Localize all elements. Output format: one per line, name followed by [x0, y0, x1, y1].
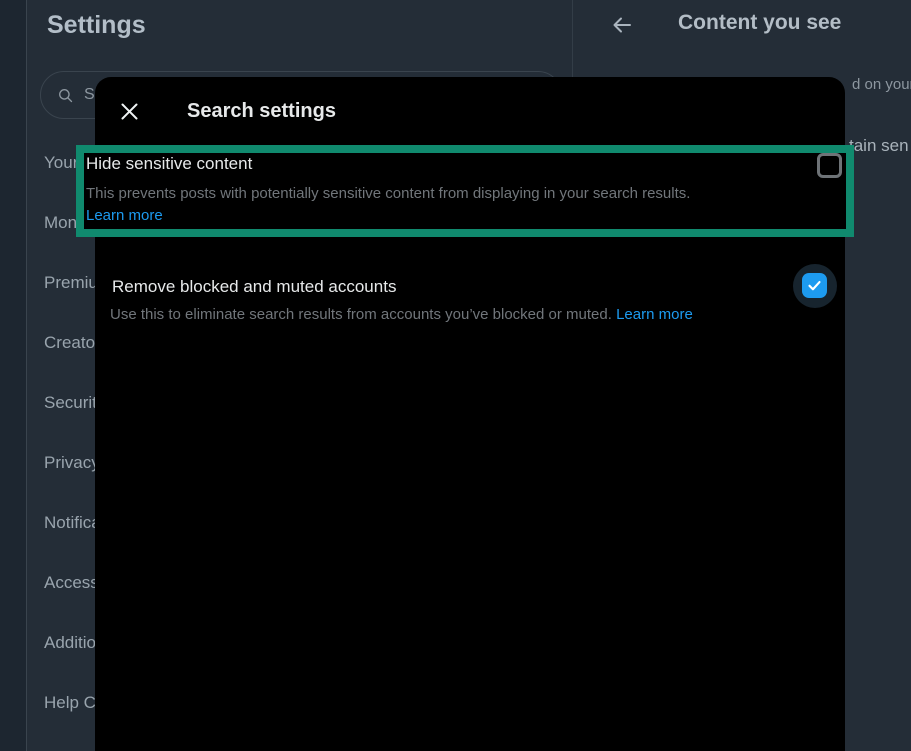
check-icon — [807, 278, 822, 293]
column-divider — [26, 0, 27, 751]
setting-description-hide-sensitive: This prevents posts with potentially sen… — [86, 185, 690, 202]
search-icon — [58, 88, 73, 103]
back-button[interactable] — [608, 12, 636, 40]
remove-blocked-checkbox[interactable] — [802, 273, 827, 298]
content-text-fragment: d on your — [852, 76, 911, 93]
learn-more-link[interactable]: Learn more — [86, 207, 163, 224]
setting-label-hide-sensitive: Hide sensitive content — [86, 154, 252, 174]
left-rail — [0, 0, 26, 751]
settings-page-title: Settings — [47, 11, 146, 40]
content-text-fragment: tain sen — [849, 136, 909, 156]
learn-more-link[interactable]: Learn more — [616, 306, 693, 323]
screen: Settings Search Your account Monetizatio… — [0, 0, 911, 751]
back-arrow-icon — [611, 14, 633, 36]
content-panel-title: Content you see — [678, 11, 841, 35]
close-icon — [120, 102, 139, 121]
hide-sensitive-checkbox[interactable] — [817, 153, 842, 178]
modal-title: Search settings — [187, 100, 336, 123]
highlight-annotation: Hide sensitive content This prevents pos… — [76, 145, 854, 237]
close-button[interactable] — [112, 94, 146, 128]
setting-description-remove-blocked: Use this to eliminate search results fro… — [110, 306, 693, 323]
setting-label-remove-blocked: Remove blocked and muted accounts — [112, 277, 396, 297]
